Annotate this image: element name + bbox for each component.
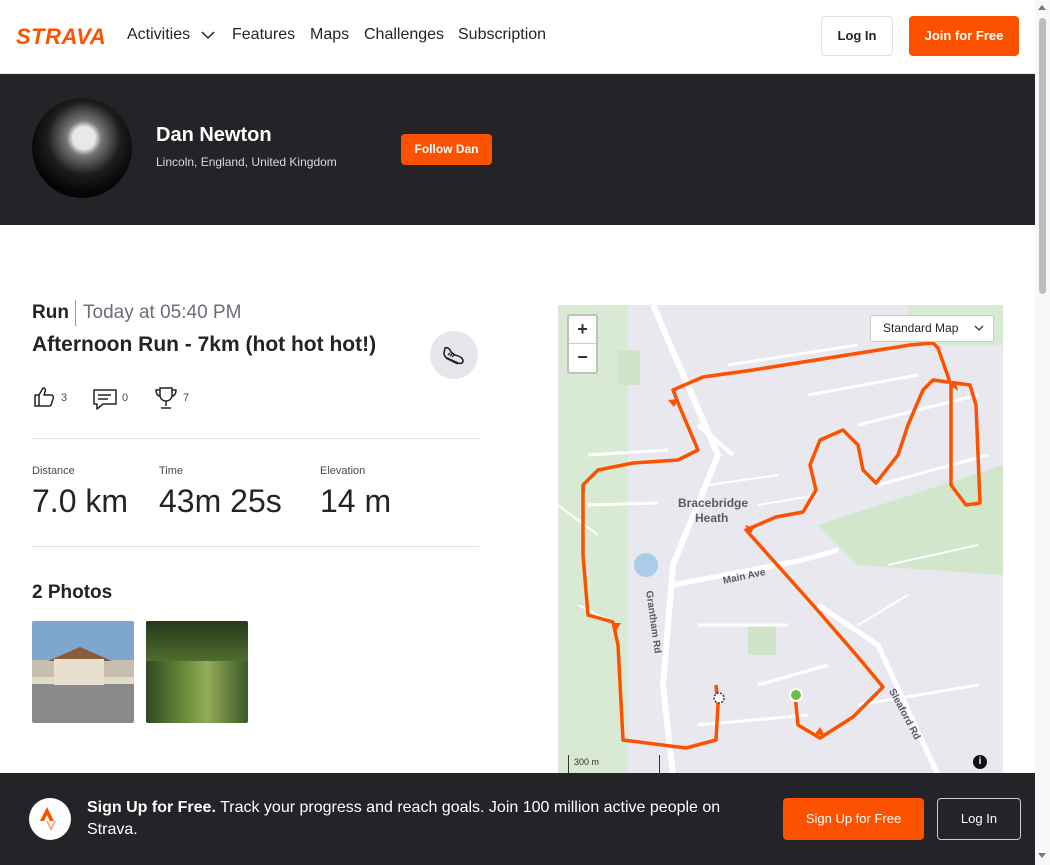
zoom-controls: + − bbox=[567, 314, 598, 374]
info-icon[interactable]: i bbox=[973, 755, 987, 769]
avatar[interactable] bbox=[32, 98, 132, 198]
strava-icon bbox=[29, 798, 71, 840]
elevation-value: 14 m bbox=[320, 483, 392, 519]
svg-text:STRAVA: STRAVA bbox=[16, 25, 106, 47]
athlete-name[interactable]: Dan Newton bbox=[156, 124, 272, 147]
follow-button[interactable]: Follow Dan bbox=[401, 134, 492, 165]
map-scale: 300 m bbox=[568, 755, 660, 775]
athlete-banner: Dan Newton Lincoln, England, United King… bbox=[0, 74, 1035, 225]
divider bbox=[32, 546, 479, 547]
divider bbox=[75, 300, 76, 326]
join-button[interactable]: Join for Free bbox=[909, 16, 1019, 56]
activity-date: Today at 05:40 PM bbox=[83, 302, 242, 323]
comment-icon[interactable] bbox=[92, 385, 118, 411]
nav-maps[interactable]: Maps bbox=[310, 26, 349, 44]
nav-subscription[interactable]: Subscription bbox=[458, 26, 546, 44]
photos-heading: 2 Photos bbox=[32, 582, 113, 603]
time-label: Time bbox=[159, 465, 184, 477]
route-map[interactable]: + − Standard Map Bracebridge Heath Grant… bbox=[558, 305, 1003, 775]
achievement-count[interactable]: 7 bbox=[183, 392, 189, 404]
scroll-down-arrow-icon[interactable] bbox=[1038, 853, 1046, 858]
signup-banner: Sign Up for Free. Track your progress an… bbox=[0, 773, 1035, 865]
distance-label: Distance bbox=[32, 465, 75, 477]
top-nav: STRAVA Activities Features Maps Challeng… bbox=[0, 0, 1035, 74]
signup-button[interactable]: Sign Up for Free bbox=[783, 798, 924, 840]
signup-bold: Sign Up for Free. bbox=[87, 799, 216, 816]
zoom-out-button[interactable]: − bbox=[569, 344, 596, 372]
trophy-icon[interactable] bbox=[153, 385, 179, 411]
kudos-count[interactable]: 3 bbox=[61, 392, 67, 404]
athlete-location: Lincoln, England, United Kingdom bbox=[156, 155, 337, 169]
signup-message: Sign Up for Free. Track your progress an… bbox=[87, 797, 757, 841]
photo-thumbnail[interactable] bbox=[32, 621, 134, 723]
chevron-down-icon[interactable] bbox=[201, 30, 215, 40]
chevron-down-icon bbox=[974, 325, 984, 331]
zoom-in-button[interactable]: + bbox=[569, 316, 596, 344]
distance-value: 7.0 km bbox=[32, 483, 129, 519]
nav-challenges[interactable]: Challenges bbox=[364, 26, 444, 44]
map-type-select[interactable]: Standard Map bbox=[870, 315, 994, 342]
nav-features[interactable]: Features bbox=[232, 26, 295, 44]
strava-logo[interactable]: STRAVA bbox=[16, 25, 112, 47]
login-button[interactable]: Log In bbox=[937, 798, 1021, 840]
map-canvas[interactable] bbox=[558, 305, 1003, 775]
shoe-icon bbox=[443, 346, 464, 365]
scroll-up-arrow-icon[interactable] bbox=[1038, 5, 1046, 10]
login-button[interactable]: Log In bbox=[821, 16, 893, 56]
time-value: 43m 25s bbox=[159, 483, 282, 519]
nav-activities[interactable]: Activities bbox=[127, 26, 190, 44]
photo-thumbnail[interactable] bbox=[146, 621, 248, 723]
scrollbar[interactable] bbox=[1035, 0, 1050, 865]
shoe-badge bbox=[430, 331, 478, 379]
map-scale-label: 300 m bbox=[574, 757, 600, 767]
comment-count[interactable]: 0 bbox=[122, 392, 128, 404]
map-type-label: Standard Map bbox=[883, 321, 959, 335]
elevation-label: Elevation bbox=[320, 465, 366, 477]
scroll-thumb[interactable] bbox=[1039, 18, 1046, 294]
kudos-icon[interactable] bbox=[32, 385, 56, 409]
map-place-label: Bracebridge bbox=[678, 496, 749, 510]
activity-title: Afternoon Run - 7km (hot hot hot!) bbox=[32, 333, 377, 356]
strava-logo-icon bbox=[40, 807, 56, 831]
divider bbox=[32, 438, 479, 439]
activity-type: Run bbox=[32, 302, 69, 323]
map-place-label: Heath bbox=[695, 511, 729, 525]
